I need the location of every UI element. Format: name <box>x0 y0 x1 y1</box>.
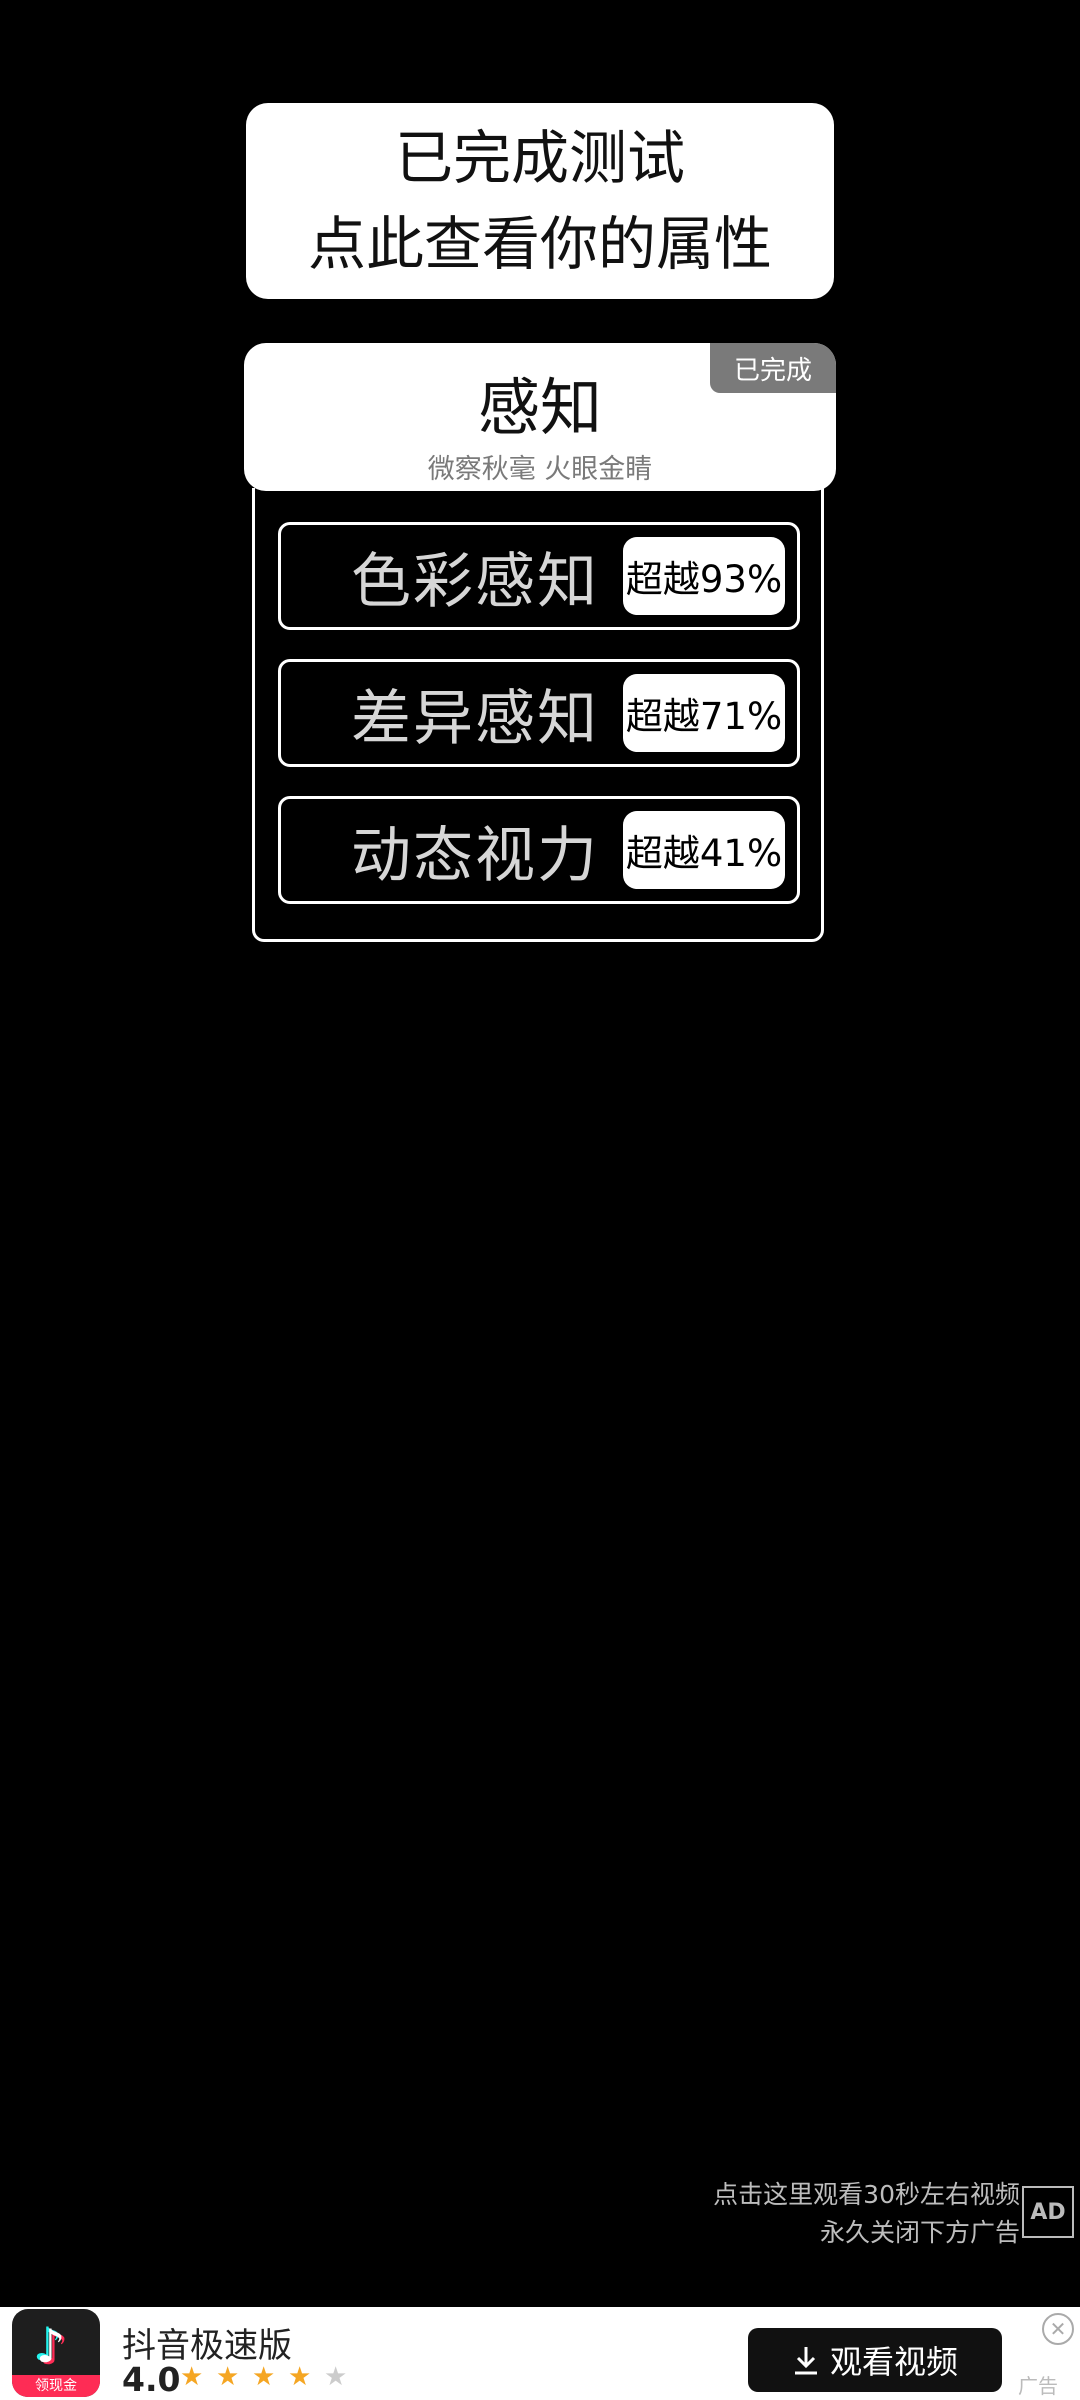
ad-label: 广告 <box>1018 2374 1058 2398</box>
stat-label: 色彩感知 <box>351 546 599 617</box>
app-logo-icon[interactable]: ♪ 领现金 <box>12 2309 100 2397</box>
download-icon <box>794 2347 817 2375</box>
category-subtitle: 微察秋毫 火眼金睛 <box>427 454 653 485</box>
stat-row-difference-perception[interactable]: 差异感知 超越71% <box>278 659 800 767</box>
stat-label: 动态视力 <box>351 820 599 891</box>
star-icon: ★ <box>180 2362 204 2392</box>
banner-line-1: 已完成测试 <box>394 124 685 192</box>
ad-app-rating: 4.0 <box>122 2360 181 2399</box>
music-note-icon: ♪ <box>36 2319 66 2373</box>
watch-video-label: 观看视频 <box>829 2343 958 2381</box>
remove-ad-hint-line-2: 永久关闭下方广告 <box>819 2218 1020 2247</box>
stat-percentile-badge: 超越41% <box>623 811 785 889</box>
stat-percentile-badge: 超越71% <box>623 674 785 752</box>
view-attributes-button[interactable]: 已完成测试 点此查看你的属性 <box>246 103 834 299</box>
remove-ad-hint-line-1: 点击这里观看30秒左右视频 <box>713 2180 1020 2209</box>
stat-row-color-perception[interactable]: 色彩感知 超越93% <box>278 522 800 630</box>
close-ad-icon[interactable]: ✕ <box>1042 2313 1074 2345</box>
star-icon: ★ <box>288 2362 312 2392</box>
no-ad-icon[interactable]: AD <box>1022 2186 1074 2238</box>
stat-percentile-badge: 超越93% <box>623 537 785 615</box>
star-icon: ★ <box>216 2362 240 2392</box>
category-title: 感知 <box>477 371 602 444</box>
star-icon: ★ <box>252 2362 276 2392</box>
remove-ad-hint[interactable]: 点击这里观看30秒左右视频 永久关闭下方广告 <box>713 2176 1020 2252</box>
stat-label: 差异感知 <box>351 683 599 754</box>
star-icon: ★ <box>324 2362 348 2392</box>
category-card[interactable]: 已完成 感知 微察秋毫 火眼金睛 <box>244 343 836 491</box>
watch-video-button[interactable]: 观看视频 <box>748 2328 1002 2392</box>
banner-line-2: 点此查看你的属性 <box>307 210 772 278</box>
logo-tag: 领现金 <box>12 2375 100 2397</box>
stat-row-dynamic-vision[interactable]: 动态视力 超越41% <box>278 796 800 904</box>
